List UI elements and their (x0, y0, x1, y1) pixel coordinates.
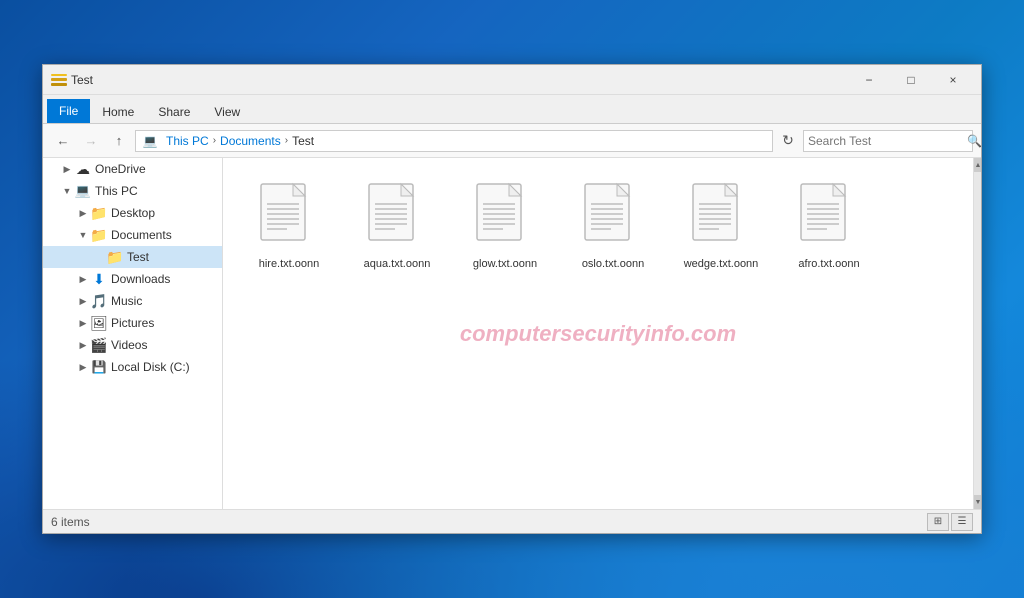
window-icon (51, 74, 67, 86)
sidebar-item-music[interactable]: ▶ 🎵 Music (43, 290, 222, 312)
localdisk-icon: 💾 (91, 359, 107, 375)
test-folder-icon: 📁 (107, 249, 123, 265)
breadcrumb-sep-1: › (213, 135, 216, 146)
breadcrumb-test: Test (292, 134, 314, 148)
file-name: aqua.txt.oonn (364, 258, 431, 270)
expand-arrow-downloads: ▶ (75, 271, 91, 287)
window-title: Test (71, 73, 849, 87)
computer-icon: 💻 (142, 133, 158, 149)
search-icon[interactable]: 🔍 (967, 134, 982, 148)
music-icon: 🎵 (91, 293, 107, 309)
expand-arrow-pictures: ▶ (75, 315, 91, 331)
expand-arrow-music: ▶ (75, 293, 91, 309)
ribbon: File Home Share View (43, 95, 981, 124)
file-area: computersecurityinfo.com (223, 158, 973, 509)
downloads-icon: ⬇ (91, 271, 107, 287)
tab-file[interactable]: File (47, 99, 90, 123)
file-icon (581, 182, 645, 254)
documents-icon: 📁 (91, 227, 107, 243)
file-grid: hire.txt.oonn aqua.txt.oo (223, 158, 973, 509)
expand-arrow-onedrive: ▶ (59, 161, 75, 177)
file-icon (689, 182, 753, 254)
tab-view[interactable]: View (202, 101, 252, 123)
file-item[interactable]: aqua.txt.oonn (347, 174, 447, 278)
breadcrumb-thispc[interactable]: This PC (166, 134, 209, 148)
file-item[interactable]: wedge.txt.oonn (671, 174, 771, 278)
expand-arrow-thispc: ▼ (59, 183, 75, 199)
tab-share[interactable]: Share (146, 101, 202, 123)
tab-home[interactable]: Home (90, 101, 146, 123)
address-bar: ← → ↑ 💻 This PC › Documents › Test ↻ 🔍 (43, 124, 981, 158)
file-icon (473, 182, 537, 254)
sidebar-item-desktop[interactable]: ▶ 📁 Desktop (43, 202, 222, 224)
refresh-button[interactable]: ↻ (777, 130, 799, 152)
title-bar: Test − □ × (43, 65, 981, 95)
sidebar-scrollbar[interactable]: ▲ ▼ (973, 158, 981, 509)
thispc-icon: 💻 (75, 183, 91, 199)
minimize-button[interactable]: − (849, 67, 889, 93)
sidebar-label-music: Music (111, 294, 142, 308)
expand-arrow-documents: ▼ (75, 227, 91, 243)
sidebar-label-pictures: Pictures (111, 316, 154, 330)
sidebar-label-desktop: Desktop (111, 206, 155, 220)
sidebar-item-documents[interactable]: ▼ 📁 Documents (43, 224, 222, 246)
maximize-button[interactable]: □ (891, 67, 931, 93)
search-input[interactable] (808, 134, 963, 148)
sidebar-label-thispc: This PC (95, 184, 138, 198)
close-button[interactable]: × (933, 67, 973, 93)
file-item[interactable]: afro.txt.oonn (779, 174, 879, 278)
sidebar-item-videos[interactable]: ▶ 🎬 Videos (43, 334, 222, 356)
sidebar-label-downloads: Downloads (111, 272, 170, 286)
sidebar: ▶ ☁ OneDrive ▼ 💻 This PC ▶ 📁 Desktop ▼ 📁… (43, 158, 223, 509)
videos-icon: 🎬 (91, 337, 107, 353)
item-count: 6 items (51, 515, 90, 529)
window-controls: − □ × (849, 67, 973, 93)
breadcrumb-documents[interactable]: Documents (220, 134, 281, 148)
status-bar: 6 items ⊞ ☰ (43, 509, 981, 533)
expand-arrow-localdisk: ▶ (75, 359, 91, 375)
main-area: ▶ ☁ OneDrive ▼ 💻 This PC ▶ 📁 Desktop ▼ 📁… (43, 158, 981, 509)
file-name: hire.txt.oonn (259, 258, 320, 270)
expand-arrow-test (91, 249, 107, 265)
breadcrumb-sep-2: › (285, 135, 288, 146)
file-icon (797, 182, 861, 254)
file-item[interactable]: oslo.txt.oonn (563, 174, 663, 278)
breadcrumb-bar[interactable]: 💻 This PC › Documents › Test (135, 130, 773, 152)
sidebar-label-test: Test (127, 250, 149, 264)
sidebar-item-downloads[interactable]: ▶ ⬇ Downloads (43, 268, 222, 290)
file-name: glow.txt.oonn (473, 258, 537, 270)
search-bar[interactable]: 🔍 (803, 130, 973, 152)
expand-arrow-desktop: ▶ (75, 205, 91, 221)
ribbon-tabs: File Home Share View (43, 95, 981, 123)
large-icons-btn[interactable]: ⊞ (927, 513, 949, 531)
sidebar-item-localdisk[interactable]: ▶ 💾 Local Disk (C:) (43, 356, 222, 378)
explorer-window: Test − □ × File Home Share View ← → ↑ 💻 … (42, 64, 982, 534)
view-buttons: ⊞ ☰ (927, 513, 973, 531)
file-name: afro.txt.oonn (798, 258, 859, 270)
pictures-icon: 🖼 (91, 315, 107, 331)
file-item[interactable]: glow.txt.oonn (455, 174, 555, 278)
sidebar-item-pictures[interactable]: ▶ 🖼 Pictures (43, 312, 222, 334)
expand-arrow-videos: ▶ (75, 337, 91, 353)
onedrive-icon: ☁ (75, 161, 91, 177)
file-icon (257, 182, 321, 254)
sidebar-item-thispc[interactable]: ▼ 💻 This PC (43, 180, 222, 202)
file-name: oslo.txt.oonn (582, 258, 644, 270)
sidebar-label-documents: Documents (111, 228, 172, 242)
desktop-icon: 📁 (91, 205, 107, 221)
sidebar-item-test[interactable]: 📁 Test (43, 246, 222, 268)
file-icon (365, 182, 429, 254)
sidebar-item-onedrive[interactable]: ▶ ☁ OneDrive (43, 158, 222, 180)
forward-button[interactable]: → (79, 129, 103, 153)
sidebar-label-localdisk: Local Disk (C:) (111, 360, 190, 374)
sidebar-label-videos: Videos (111, 338, 147, 352)
file-name: wedge.txt.oonn (684, 258, 759, 270)
back-button[interactable]: ← (51, 129, 75, 153)
file-item[interactable]: hire.txt.oonn (239, 174, 339, 278)
up-button[interactable]: ↑ (107, 129, 131, 153)
sidebar-label-onedrive: OneDrive (95, 162, 146, 176)
details-btn[interactable]: ☰ (951, 513, 973, 531)
